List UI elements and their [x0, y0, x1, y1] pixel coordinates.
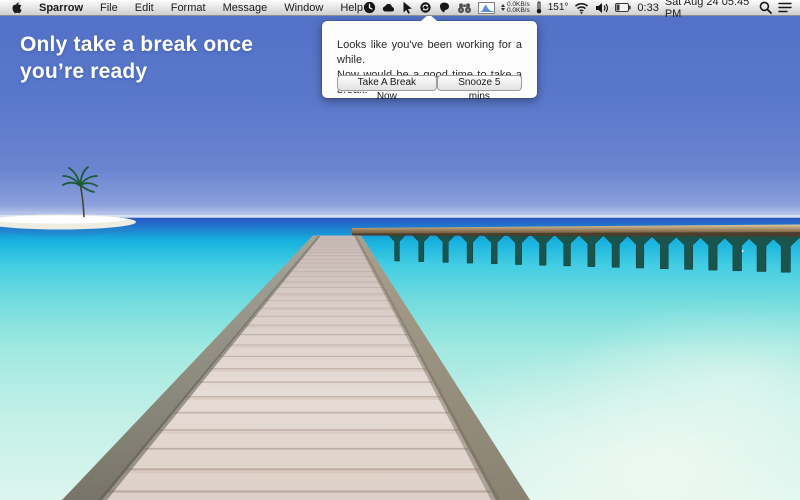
spotlight-search-icon[interactable] [759, 1, 772, 14]
menu-bar-clock[interactable]: Sat Aug 24 05:45 PM [665, 0, 753, 20]
battery-icon[interactable] [615, 3, 631, 12]
popover-buttons: Take A Break Now Snooze 5 mins [337, 75, 522, 91]
break-reminder-popover: Looks like you've been working for a whi… [322, 21, 537, 98]
menu-format[interactable]: Format [171, 2, 206, 14]
cursor-icon[interactable] [402, 1, 413, 14]
desktop: Only take a break once you’re ready Spar… [0, 0, 800, 500]
headline-line2: you’re ready [20, 58, 253, 85]
wifi-icon[interactable] [574, 2, 589, 14]
popover-message-line1: Looks like you've been working for a whi… [337, 38, 522, 68]
menu-bar-left: Sparrow File Edit Format Message Window … [0, 1, 363, 14]
wallpaper-headline: Only take a break once you’re ready [20, 31, 253, 85]
time-out-clock-icon[interactable] [363, 1, 376, 14]
take-a-break-now-button[interactable]: Take A Break Now [337, 75, 437, 91]
snooze-5-mins-button[interactable]: Snooze 5 mins [437, 75, 522, 91]
network-graph-icon[interactable] [478, 2, 495, 14]
headline-line1: Only take a break once [20, 31, 253, 58]
cloud-icon[interactable] [382, 2, 396, 14]
app-menu-sparrow[interactable]: Sparrow [39, 2, 83, 14]
net-down-value: 0.0KB/s [507, 8, 530, 14]
menu-bar-status-items: 0.0KB/s 0.0KB/s 151° [363, 0, 800, 20]
binoculars-icon[interactable] [457, 2, 472, 14]
notification-center-icon[interactable] [778, 2, 792, 13]
menu-file[interactable]: File [100, 2, 118, 14]
menu-edit[interactable]: Edit [135, 2, 154, 14]
volume-icon[interactable] [595, 2, 609, 14]
temperature-value[interactable]: 151° [548, 2, 569, 13]
menu-window[interactable]: Window [284, 2, 323, 14]
evernote-icon[interactable] [438, 1, 451, 14]
network-speed-readout[interactable]: 0.0KB/s 0.0KB/s [501, 2, 530, 14]
thermometer-icon[interactable] [536, 1, 542, 14]
menu-message[interactable]: Message [223, 2, 268, 14]
battery-time-remaining[interactable]: 0:33 [637, 2, 658, 14]
menu-bar: Sparrow File Edit Format Message Window … [0, 0, 800, 16]
net-arrows [501, 4, 505, 11]
menu-help[interactable]: Help [340, 2, 363, 14]
download-arrow-icon [501, 8, 505, 11]
apple-menu-icon[interactable] [11, 1, 22, 14]
sync-icon[interactable] [419, 1, 432, 14]
upload-arrow-icon [501, 4, 505, 7]
